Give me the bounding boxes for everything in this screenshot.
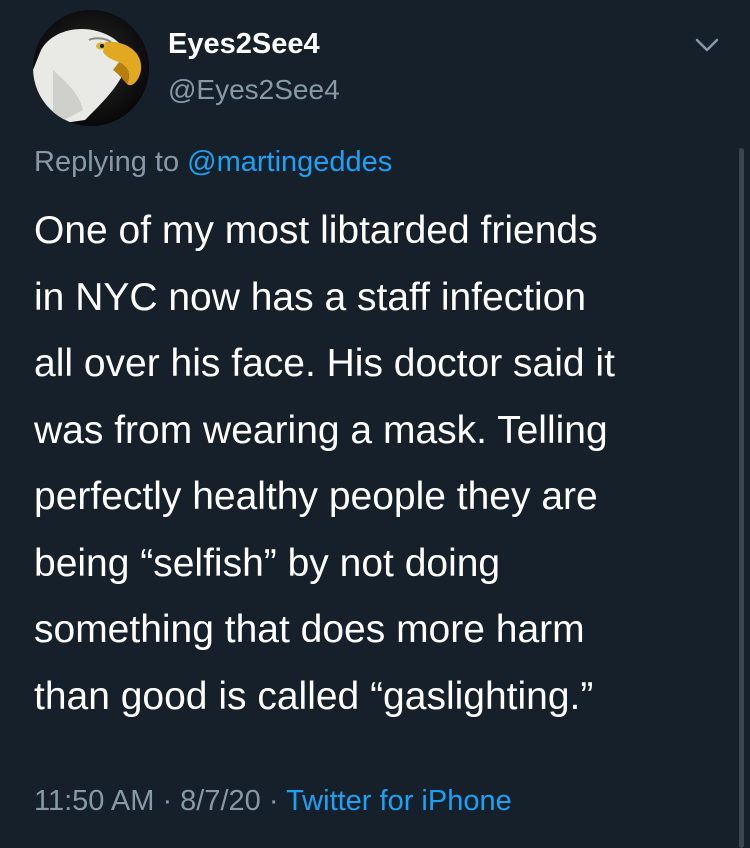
reply-mention-link[interactable]: @martingeddes: [187, 146, 392, 178]
tweet-body-line: being “selfish” by not doing: [34, 541, 501, 585]
user-handle[interactable]: @Eyes2See4: [168, 74, 340, 106]
tweet-meta: 11:50 AM · 8/7/20 · Twitter for iPhone: [34, 785, 512, 818]
replying-prefix: Replying to: [34, 146, 180, 178]
tweet-body-line: was from wearing a mask. Telling: [34, 408, 608, 452]
display-name[interactable]: Eyes2See4: [168, 28, 320, 61]
tweet-body: One of my most libtarded friends in NYC …: [34, 198, 734, 730]
tweet-body-line: perfectly healthy people they are: [34, 475, 598, 518]
tweet-body-line: all over his face. His doctor said it: [34, 342, 615, 385]
replying-to-line: Replying to @martingeddes: [34, 146, 392, 179]
tweet-body-line: something that does more harm: [34, 608, 585, 651]
scrollbar[interactable]: [739, 148, 744, 848]
tweet-card: Eyes2See4 @Eyes2See4 Replying to @martin…: [0, 0, 750, 848]
tweet-date[interactable]: 8/7/20: [180, 785, 261, 817]
tweet-source-link[interactable]: Twitter for iPhone: [286, 785, 512, 817]
tweet-time[interactable]: 11:50 AM: [34, 785, 154, 817]
avatar[interactable]: [33, 10, 149, 126]
chevron-down-icon[interactable]: [693, 34, 721, 56]
tweet-body-line: in NYC now has a staff infection: [34, 275, 587, 319]
meta-separator: ·: [154, 785, 181, 817]
tweet-body-line: One of my most libtarded friends: [34, 209, 598, 252]
tweet-body-line: than good is called “gaslighting.”: [34, 674, 594, 718]
eagle-avatar-icon: [33, 10, 149, 126]
meta-separator: ·: [260, 785, 287, 817]
